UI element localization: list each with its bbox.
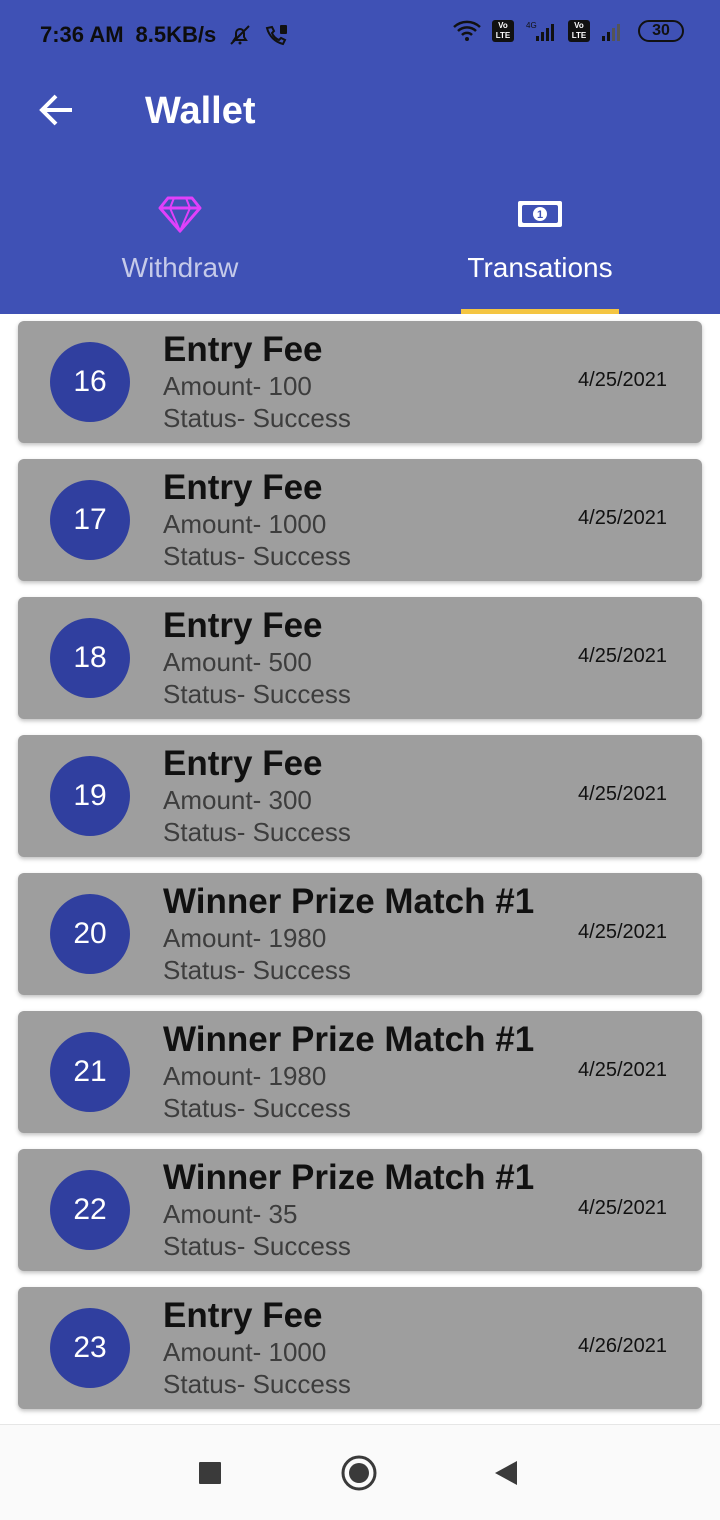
transaction-title: Entry Fee — [163, 606, 323, 645]
transaction-date: 4/25/2021 — [578, 1197, 667, 1219]
transaction-card[interactable]: 23 Entry Fee Amount- 1000 Status- Succes… — [18, 1287, 702, 1409]
battery-indicator: 30 — [638, 20, 684, 42]
status-speed: 8.5KB/s — [135, 22, 217, 47]
back-nav-button[interactable] — [482, 1449, 530, 1497]
volte-badge-1: Vo LTE — [492, 20, 514, 42]
transaction-date: 4/25/2021 — [578, 783, 667, 805]
transaction-date: 4/25/2021 — [578, 921, 667, 943]
transaction-status: Status- Success — [163, 1093, 351, 1123]
transaction-status: Status- Success — [163, 403, 351, 433]
signal-4g-icon: 4G — [526, 21, 554, 41]
transaction-number-badge: 22 — [50, 1170, 130, 1250]
transaction-number-badge: 23 — [50, 1308, 130, 1388]
tab-withdraw[interactable]: Withdraw — [0, 180, 360, 314]
triangle-back-icon — [495, 1461, 517, 1485]
transaction-amount: Amount- 500 — [163, 647, 312, 677]
bell-off-icon — [230, 25, 250, 45]
square-icon — [199, 1462, 221, 1484]
transaction-card[interactable]: 17 Entry Fee Amount- 1000 Status- Succes… — [18, 459, 702, 581]
status-bar: 7:36 AM 8.5KB/s Vo LTE 4G Vo LTE 30 — [0, 0, 720, 70]
transaction-number-badge: 20 — [50, 894, 130, 974]
transaction-number-badge: 18 — [50, 618, 130, 698]
transaction-title: Winner Prize Match #1 — [163, 1158, 535, 1197]
transaction-amount: Amount- 1980 — [163, 923, 327, 953]
transaction-status: Status- Success — [163, 955, 351, 985]
back-button[interactable] — [30, 84, 82, 136]
transaction-title: Entry Fee — [163, 330, 323, 369]
transaction-amount: Amount- 300 — [163, 785, 312, 815]
diamond-icon — [158, 194, 202, 234]
transaction-status: Status- Success — [163, 679, 351, 709]
toolbar: Wallet — [0, 70, 720, 154]
system-nav-bar — [0, 1424, 720, 1520]
transaction-amount: Amount- 1000 — [163, 509, 327, 539]
status-left: 7:36 AM 8.5KB/s — [40, 22, 290, 48]
tab-transactions[interactable]: 1 Transations — [360, 180, 720, 314]
transaction-status: Status- Success — [163, 1231, 351, 1261]
transaction-title: Entry Fee — [163, 468, 323, 507]
transaction-date: 4/25/2021 — [578, 1059, 667, 1081]
wifi-icon — [453, 20, 481, 41]
transaction-card[interactable]: 22 Winner Prize Match #1 Amount- 35 Stat… — [18, 1149, 702, 1271]
transaction-card[interactable]: 20 Winner Prize Match #1 Amount- 1980 St… — [18, 873, 702, 995]
home-button[interactable] — [335, 1449, 383, 1497]
transaction-number-badge: 17 — [50, 480, 130, 560]
transaction-date: 4/26/2021 — [578, 1335, 667, 1357]
page-title: Wallet — [145, 90, 256, 132]
transaction-title: Entry Fee — [163, 1296, 323, 1335]
transaction-date: 4/25/2021 — [578, 369, 667, 391]
transaction-amount: Amount- 35 — [163, 1199, 298, 1229]
signal-weak-icon — [602, 24, 620, 41]
transaction-list[interactable]: 16 Entry Fee Amount- 100 Status- Success… — [0, 314, 720, 1424]
call-icon — [266, 25, 288, 46]
transaction-status: Status- Success — [163, 541, 351, 571]
cash-icon: 1 — [517, 194, 563, 234]
svg-text:4G: 4G — [526, 21, 537, 30]
arrow-left-icon — [39, 94, 72, 126]
transaction-title: Winner Prize Match #1 — [163, 882, 535, 921]
tab-bar: Withdraw 1 Transations — [0, 180, 720, 314]
transaction-card[interactable]: 18 Entry Fee Amount- 500 Status- Success… — [18, 597, 702, 719]
transaction-date: 4/25/2021 — [578, 645, 667, 667]
transaction-title: Winner Prize Match #1 — [163, 1020, 535, 1059]
circle-icon — [341, 1455, 377, 1491]
transaction-status: Status- Success — [163, 817, 351, 847]
transaction-number-badge: 16 — [50, 342, 130, 422]
transaction-amount: Amount- 1980 — [163, 1061, 327, 1091]
transaction-card[interactable]: 16 Entry Fee Amount- 100 Status- Success… — [18, 321, 702, 443]
volte-badge-2: Vo LTE — [568, 20, 590, 42]
transaction-card[interactable]: 19 Entry Fee Amount- 300 Status- Success… — [18, 735, 702, 857]
transaction-number-badge: 21 — [50, 1032, 130, 1112]
transaction-title: Entry Fee — [163, 744, 323, 783]
transaction-amount: Amount- 100 — [163, 371, 312, 401]
transaction-amount: Amount- 1000 — [163, 1337, 327, 1367]
recents-button[interactable] — [186, 1449, 234, 1497]
status-right: Vo LTE 4G Vo LTE 30 — [452, 20, 684, 42]
status-time: 7:36 AM — [40, 22, 124, 47]
transaction-status: Status- Success — [163, 1369, 351, 1399]
transaction-number-badge: 19 — [50, 756, 130, 836]
tab-transactions-label: Transations — [467, 252, 613, 283]
svg-text:1: 1 — [537, 209, 543, 221]
app-bar: 7:36 AM 8.5KB/s Vo LTE 4G Vo LTE 30 Wall… — [0, 0, 720, 314]
tab-withdraw-label: Withdraw — [121, 252, 239, 283]
transaction-date: 4/25/2021 — [578, 507, 667, 529]
transaction-card[interactable]: 21 Winner Prize Match #1 Amount- 1980 St… — [18, 1011, 702, 1133]
